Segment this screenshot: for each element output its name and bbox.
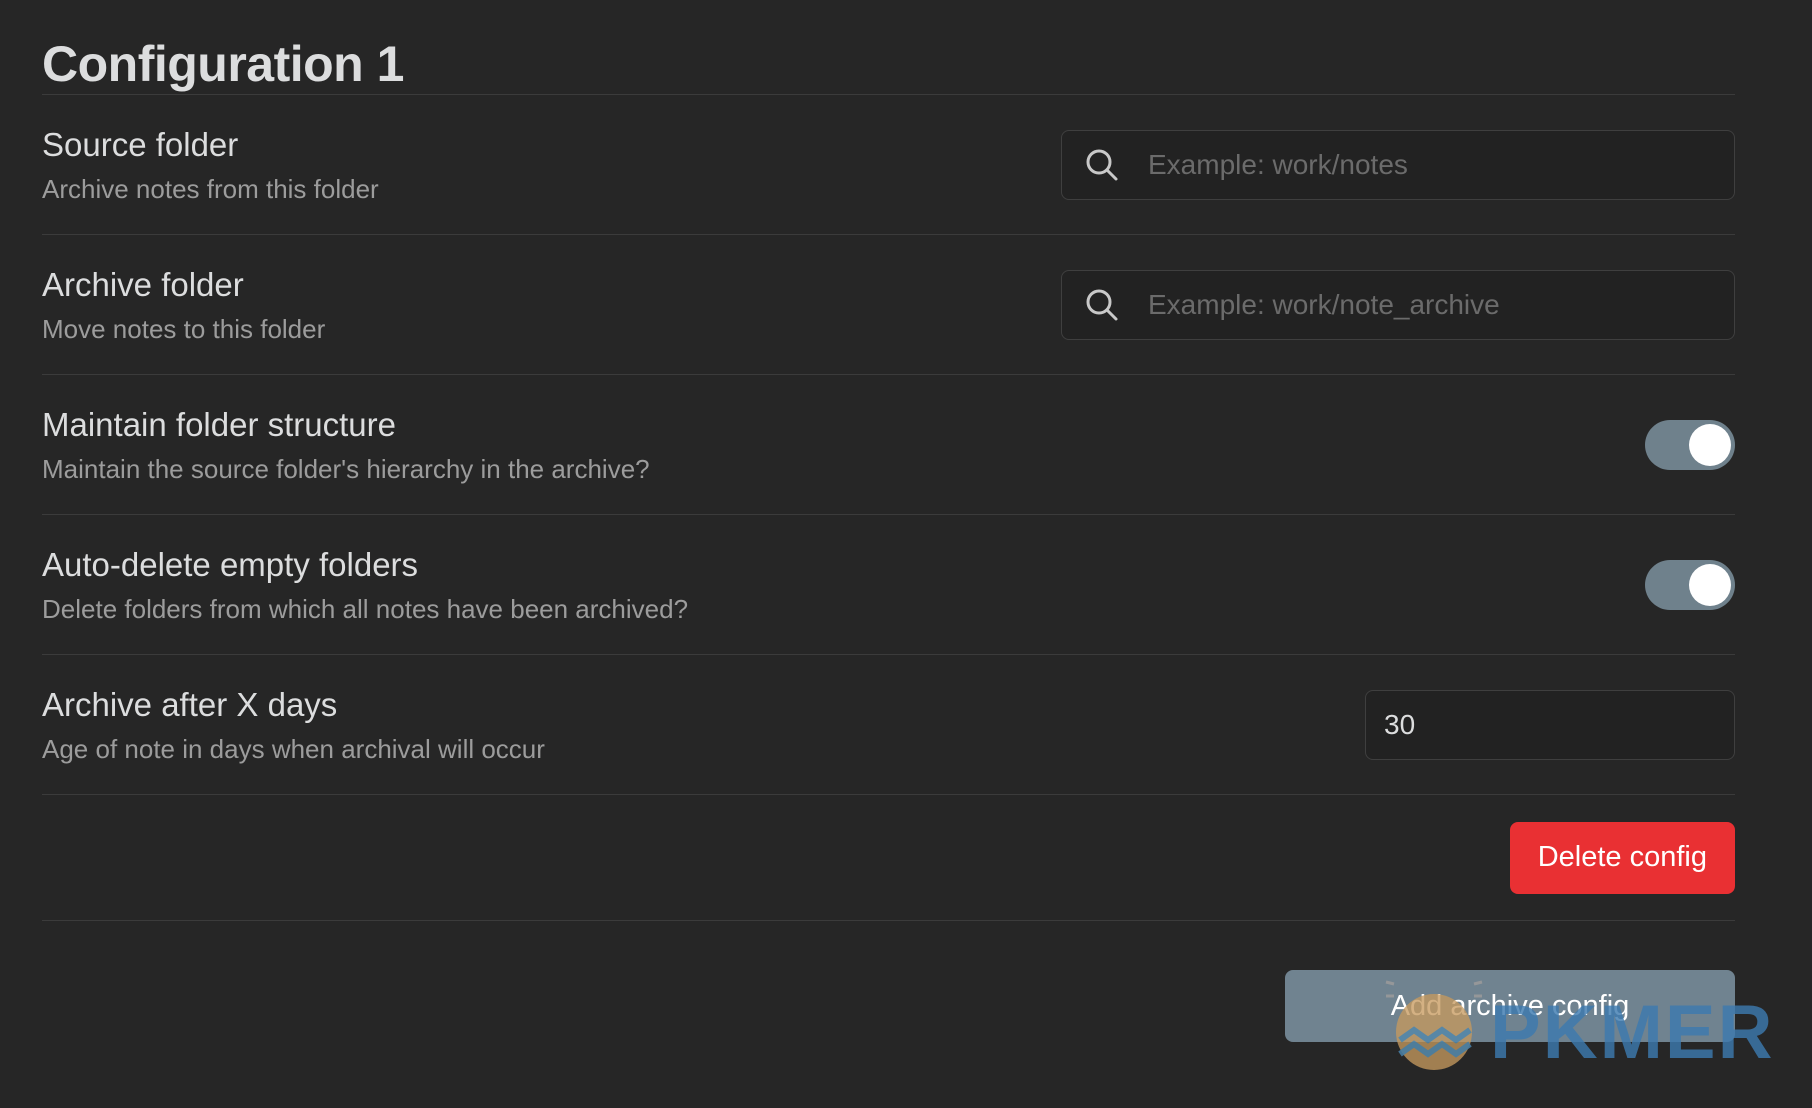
add-archive-config-button[interactable]: Add archive config [1285, 970, 1735, 1042]
setting-name: Auto-delete empty folders [42, 545, 419, 583]
settings-page: Configuration 1 Source folder Archive no… [0, 0, 1812, 1108]
archive-days-input[interactable] [1365, 689, 1735, 760]
setting-name: Archive after X days [42, 685, 338, 723]
config-panel: Configuration 1 Source folder Archive no… [42, 0, 1735, 1071]
setting-description: Delete folders from which all notes have… [42, 593, 689, 624]
config-actions: Delete config [42, 794, 1735, 920]
auto-delete-toggle[interactable] [1645, 559, 1735, 610]
setting-description: Move notes to this folder [42, 313, 326, 344]
setting-auto-delete: Auto-delete empty folders Delete folders… [42, 514, 1735, 654]
setting-info: Archive folder Move notes to this folder [42, 265, 325, 345]
setting-name: Maintain folder structure [42, 405, 396, 443]
source-folder-input[interactable] [1146, 147, 1734, 182]
setting-info: Archive after X days Age of note in days… [42, 685, 545, 765]
search-icon [1082, 145, 1122, 185]
archive-folder-input[interactable] [1146, 287, 1734, 322]
delete-config-button[interactable]: Delete config [1509, 821, 1735, 894]
setting-maintain-structure: Maintain folder structure Maintain the s… [42, 374, 1735, 514]
setting-archive-days: Archive after X days Age of note in days… [42, 654, 1735, 794]
toggle-knob [1689, 563, 1731, 606]
setting-archive-folder: Archive folder Move notes to this folder [42, 234, 1735, 374]
maintain-structure-toggle[interactable] [1645, 419, 1735, 470]
page-title: Configuration 1 [42, 36, 404, 92]
setting-info: Maintain folder structure Maintain the s… [42, 405, 650, 485]
archive-folder-search[interactable] [1061, 269, 1735, 340]
setting-source-folder: Source folder Archive notes from this fo… [42, 94, 1735, 234]
setting-info: Auto-delete empty folders Delete folders… [42, 545, 688, 625]
setting-description: Maintain the source folder's hierarchy i… [42, 453, 650, 484]
setting-name: Source folder [42, 125, 239, 163]
setting-info: Source folder Archive notes from this fo… [42, 125, 379, 205]
setting-description: Age of note in days when archival will o… [42, 733, 545, 764]
source-folder-search[interactable] [1061, 129, 1735, 200]
setting-name: Archive folder [42, 265, 244, 303]
setting-description: Archive notes from this folder [42, 173, 379, 204]
toggle-knob [1689, 423, 1731, 466]
search-icon [1082, 285, 1122, 325]
footer: Add archive config [42, 920, 1735, 1071]
